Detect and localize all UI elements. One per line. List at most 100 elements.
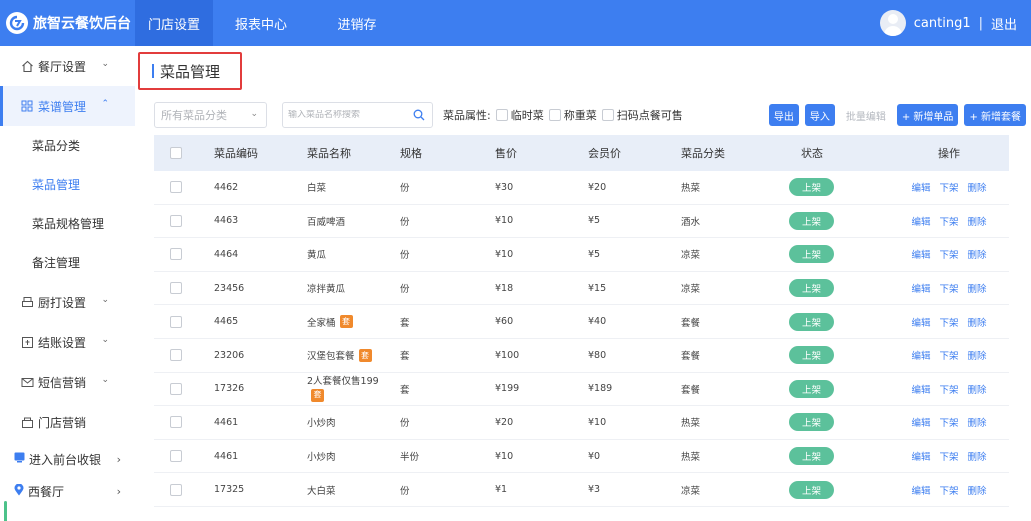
dish-spec: 份	[400, 183, 410, 195]
delete-link[interactable]: 删除	[968, 382, 987, 396]
unlist-link[interactable]: 下架	[939, 214, 958, 228]
search-icon[interactable]	[413, 109, 425, 124]
nav-inventory[interactable]: 进销存	[309, 0, 405, 46]
edit-link[interactable]: 编辑	[911, 180, 930, 194]
search-input[interactable]	[288, 110, 408, 120]
delete-link[interactable]: 删除	[968, 315, 987, 329]
batch-edit-button[interactable]: 批量编辑	[840, 104, 891, 126]
chevron-down-icon: ⌄	[250, 109, 258, 119]
row-actions: 编辑 下架 删除	[889, 348, 1009, 362]
row-checkbox[interactable]	[170, 248, 182, 261]
enter-cashier-link[interactable]: 进入前台收银 ›	[0, 443, 135, 475]
cashier-icon	[14, 452, 25, 466]
row-checkbox[interactable]	[170, 416, 182, 429]
avatar[interactable]	[879, 10, 906, 36]
row-checkbox[interactable]	[170, 181, 182, 194]
sidebar-item-restaurant-settings[interactable]: 餐厅设置 ⌄	[0, 46, 135, 86]
row-checkbox[interactable]	[170, 450, 182, 463]
unlist-link[interactable]: 下架	[939, 180, 958, 194]
nav-store-settings[interactable]: 门店设置	[135, 0, 213, 46]
unlist-link[interactable]: 下架	[939, 415, 958, 429]
main-content: 菜品管理 所有菜品分类 ⌄ 菜品属性: 临时菜 称重菜 扫码点餐可售 导出 导入…	[135, 46, 1031, 521]
attr-temporary-checkbox[interactable]: 临时菜	[495, 107, 544, 123]
edit-link[interactable]: 编辑	[911, 247, 930, 261]
delete-link[interactable]: 删除	[968, 247, 987, 261]
status-badge[interactable]: 上架	[789, 447, 834, 466]
delete-link[interactable]: 删除	[968, 214, 987, 228]
row-checkbox[interactable]	[170, 382, 182, 395]
edit-link[interactable]: 编辑	[911, 348, 930, 362]
dish-name: 小炒肉	[307, 418, 336, 430]
logout-link[interactable]: 退出	[991, 14, 1017, 33]
row-checkbox[interactable]	[170, 315, 182, 328]
delete-link[interactable]: 删除	[968, 483, 987, 497]
delete-link[interactable]: 删除	[968, 180, 987, 194]
row-checkbox[interactable]	[170, 483, 182, 496]
attr-weighed-checkbox[interactable]: 称重菜	[548, 107, 597, 123]
sidebar-item-store-marketing[interactable]: 门店营销	[0, 402, 135, 442]
row-checkbox[interactable]	[170, 282, 182, 295]
edit-link[interactable]: 编辑	[911, 483, 930, 497]
sidebar-item-menu-management[interactable]: 菜谱管理 ⌃	[0, 86, 135, 126]
delete-link[interactable]: 删除	[968, 449, 987, 463]
unlist-link[interactable]: 下架	[939, 281, 958, 295]
dish-name-cell: 黄瓜	[307, 247, 400, 261]
status-badge[interactable]: 上架	[789, 312, 834, 331]
checkbox-box[interactable]	[495, 109, 508, 121]
username[interactable]: canting1	[914, 16, 971, 31]
attr-scan-order-checkbox[interactable]: 扫码点餐可售	[601, 107, 683, 123]
row-actions: 编辑 下架 删除	[889, 180, 1009, 194]
restaurant-switcher[interactable]: 西餐厅 ›	[0, 475, 135, 507]
status-badge[interactable]: 上架	[789, 245, 834, 264]
sidebar-subitem-dish-management[interactable]: 菜品管理	[0, 165, 135, 204]
sidebar-item-sms-marketing[interactable]: 短信营销 ⌄	[0, 362, 135, 402]
store-icon	[20, 415, 34, 429]
import-button[interactable]: 导入	[804, 104, 835, 126]
delete-link[interactable]: 删除	[968, 348, 987, 362]
unlist-link[interactable]: 下架	[939, 483, 958, 497]
search-box[interactable]	[282, 102, 433, 128]
sidebar-subitem-notes[interactable]: 备注管理	[0, 243, 135, 282]
chevron-down-icon: ⌄	[101, 375, 109, 385]
status-badge[interactable]: 上架	[789, 413, 834, 432]
checkbox-box[interactable]	[601, 109, 614, 121]
sidebar-item-checkout-settings[interactable]: 结账设置 ⌄	[0, 322, 135, 362]
status-badge[interactable]: 上架	[789, 211, 834, 230]
brand[interactable]: 旅智云餐饮后台	[0, 0, 135, 46]
nav-report-center[interactable]: 报表中心	[213, 0, 309, 46]
edit-link[interactable]: 编辑	[911, 214, 930, 228]
edit-link[interactable]: 编辑	[911, 281, 930, 295]
table-row: 4465 全家桶套套 ¥60 ¥40 套餐 上架 编辑 下架 删除	[154, 305, 1009, 339]
checkbox-box[interactable]	[548, 109, 561, 121]
status-badge[interactable]: 上架	[789, 379, 834, 398]
status-badge[interactable]: 上架	[789, 346, 834, 365]
row-checkbox[interactable]	[170, 214, 182, 227]
sidebar-item-kitchen-print[interactable]: 厨打设置 ⌄	[0, 282, 135, 322]
unlist-link[interactable]: 下架	[939, 247, 958, 261]
unlist-link[interactable]: 下架	[939, 348, 958, 362]
edit-link[interactable]: 编辑	[911, 315, 930, 329]
add-set-meal-button[interactable]: + 新增套餐	[964, 104, 1026, 126]
unlist-link[interactable]: 下架	[939, 449, 958, 463]
delete-link[interactable]: 删除	[968, 415, 987, 429]
unlist-link[interactable]: 下架	[939, 382, 958, 396]
top-nav: 门店设置 报表中心 进销存	[135, 0, 405, 46]
dish-price: ¥199	[495, 383, 520, 395]
edit-link[interactable]: 编辑	[911, 382, 930, 396]
export-button[interactable]: 导出	[768, 104, 799, 126]
status-badge[interactable]: 上架	[789, 279, 834, 298]
category-select[interactable]: 所有菜品分类 ⌄	[154, 102, 267, 128]
status-badge[interactable]: 上架	[789, 480, 834, 499]
edit-link[interactable]: 编辑	[911, 415, 930, 429]
unlist-link[interactable]: 下架	[939, 315, 958, 329]
delete-link[interactable]: 删除	[968, 281, 987, 295]
select-all-checkbox[interactable]	[170, 147, 182, 159]
sidebar-subitem-dish-spec[interactable]: 菜品规格管理	[0, 204, 135, 243]
sidebar-subitem-dish-category[interactable]: 菜品分类	[0, 126, 135, 165]
add-dish-button[interactable]: + 新增单品	[896, 104, 959, 126]
dish-spec: 套	[400, 317, 410, 329]
dish-category: 热菜	[681, 452, 701, 464]
row-checkbox[interactable]	[170, 349, 182, 362]
status-badge[interactable]: 上架	[789, 178, 834, 197]
edit-link[interactable]: 编辑	[911, 449, 930, 463]
